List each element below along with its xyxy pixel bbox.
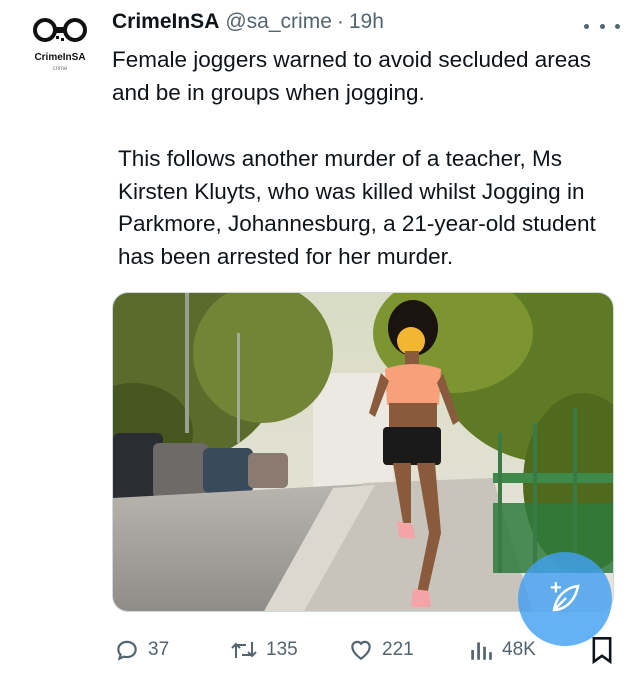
separator-dot: · [336, 10, 344, 33]
tweet-text-paragraph-1: Female joggers warned to avoid secluded … [112, 47, 592, 105]
tweet-text-paragraph-2: This follows another murder of a teacher… [118, 146, 596, 269]
user-handle[interactable]: @sa_crime [225, 10, 332, 34]
compose-button[interactable]: + [518, 552, 612, 646]
avatar-sub-text: crime [52, 66, 68, 72]
reply-count: 37 [148, 639, 170, 660]
reply-icon [117, 640, 137, 661]
bookmark-icon [592, 637, 612, 664]
retweet-count: 135 [266, 639, 298, 660]
more-dots-icon[interactable] [584, 16, 620, 36]
views-count: 48K [502, 639, 536, 660]
handcuffs-icon [33, 18, 87, 42]
like-button[interactable]: 221 [348, 634, 414, 666]
reply-button[interactable]: 37 [114, 634, 169, 666]
tweet-header: CrimeInSA @sa_crime · 19h [112, 10, 384, 40]
like-count: 221 [382, 639, 414, 660]
views-chart-icon [471, 642, 492, 660]
compose-icon [552, 584, 580, 612]
avatar-brand-text: CrimeInSA [34, 52, 86, 63]
heart-icon [351, 640, 371, 660]
views-button[interactable]: 48K [468, 634, 536, 666]
retweet-button[interactable]: 135 [230, 634, 298, 666]
tweet-action-bar: 37 135 221 48K [0, 634, 643, 666]
timestamp[interactable]: 19h [349, 10, 384, 34]
display-name[interactable]: CrimeInSA [112, 10, 219, 34]
retweet-icon [231, 642, 257, 658]
bookmark-button[interactable] [590, 634, 614, 666]
avatar[interactable]: CrimeInSA crime [24, 10, 96, 82]
